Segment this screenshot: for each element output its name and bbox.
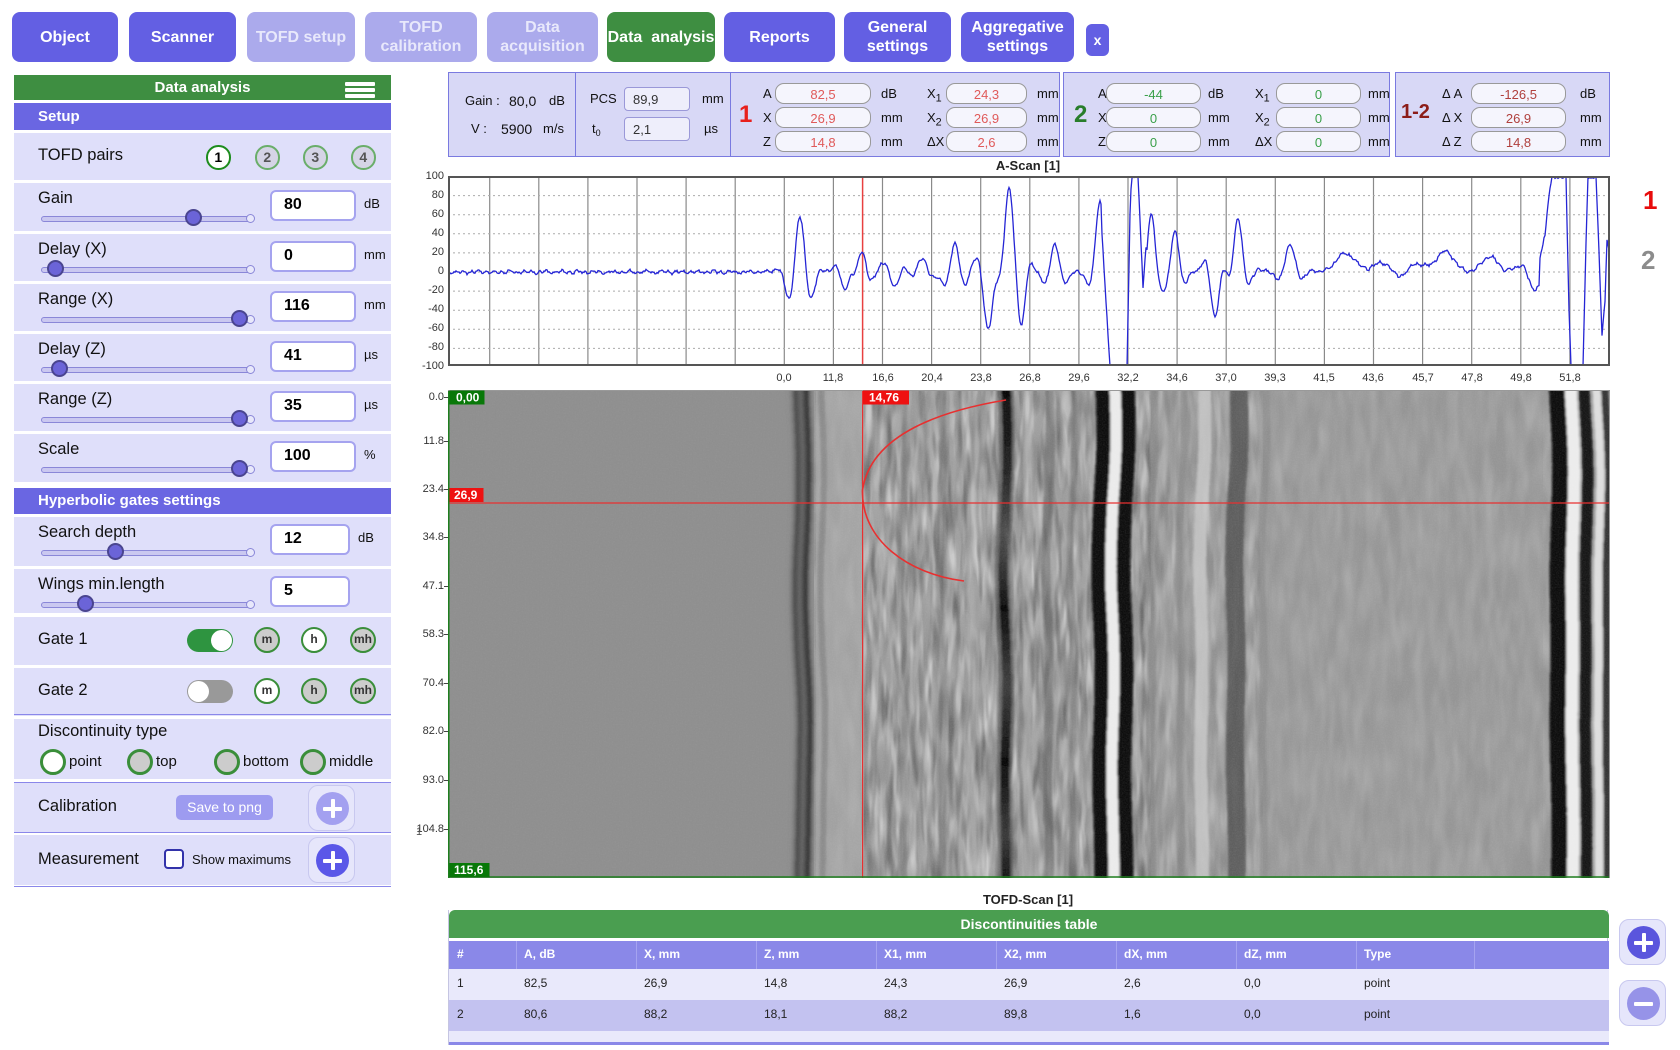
svg-text:0,00: 0,00	[456, 391, 480, 405]
svg-text:115,6: 115,6	[454, 863, 484, 877]
svg-text:26,9: 26,9	[454, 488, 478, 502]
svg-text:14,76: 14,76	[869, 391, 899, 405]
